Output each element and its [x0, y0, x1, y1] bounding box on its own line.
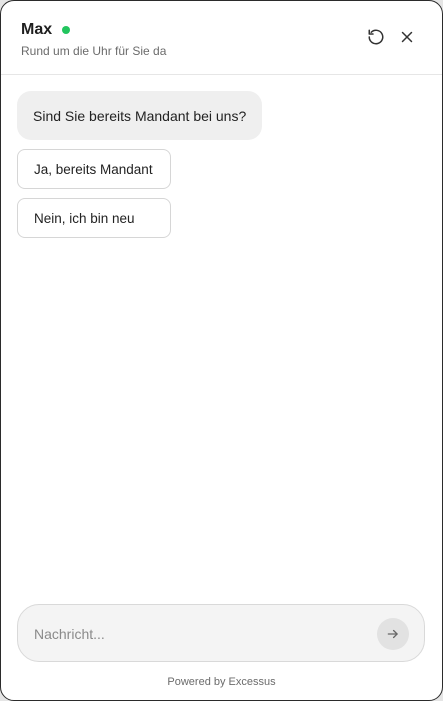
send-button[interactable] [377, 618, 409, 650]
quick-reply-existing-client[interactable]: Ja, bereits Mandant [17, 149, 171, 189]
close-icon [401, 31, 413, 43]
chat-header: Max Rund um die Uhr für Sie da [1, 1, 442, 75]
message-input[interactable] [34, 623, 364, 645]
message-list: Sind Sie bereits Mandant bei uns? Ja, be… [17, 91, 427, 247]
reset-icon [368, 29, 384, 45]
message-composer [17, 604, 425, 662]
arrow-right-icon [387, 629, 398, 639]
agent-name-row: Max [21, 20, 71, 40]
agent-name: Max [21, 21, 53, 38]
quick-reply-new-client[interactable]: Nein, ich bin neu [17, 198, 171, 238]
close-chat-button[interactable] [396, 26, 418, 48]
reset-conversation-button[interactable] [365, 26, 387, 48]
chat-widget: Max Rund um die Uhr für Sie da Sind Sie … [0, 0, 443, 701]
bot-message: Sind Sie bereits Mandant bei uns? [17, 91, 263, 140]
powered-by-footer: Powered by Excessus [167, 676, 276, 688]
quick-reply-options: Ja, bereits Mandant Nein, ich bin neu [17, 149, 427, 238]
online-status-dot [62, 26, 71, 34]
agent-subtitle: Rund um die Uhr für Sie da [21, 44, 167, 58]
